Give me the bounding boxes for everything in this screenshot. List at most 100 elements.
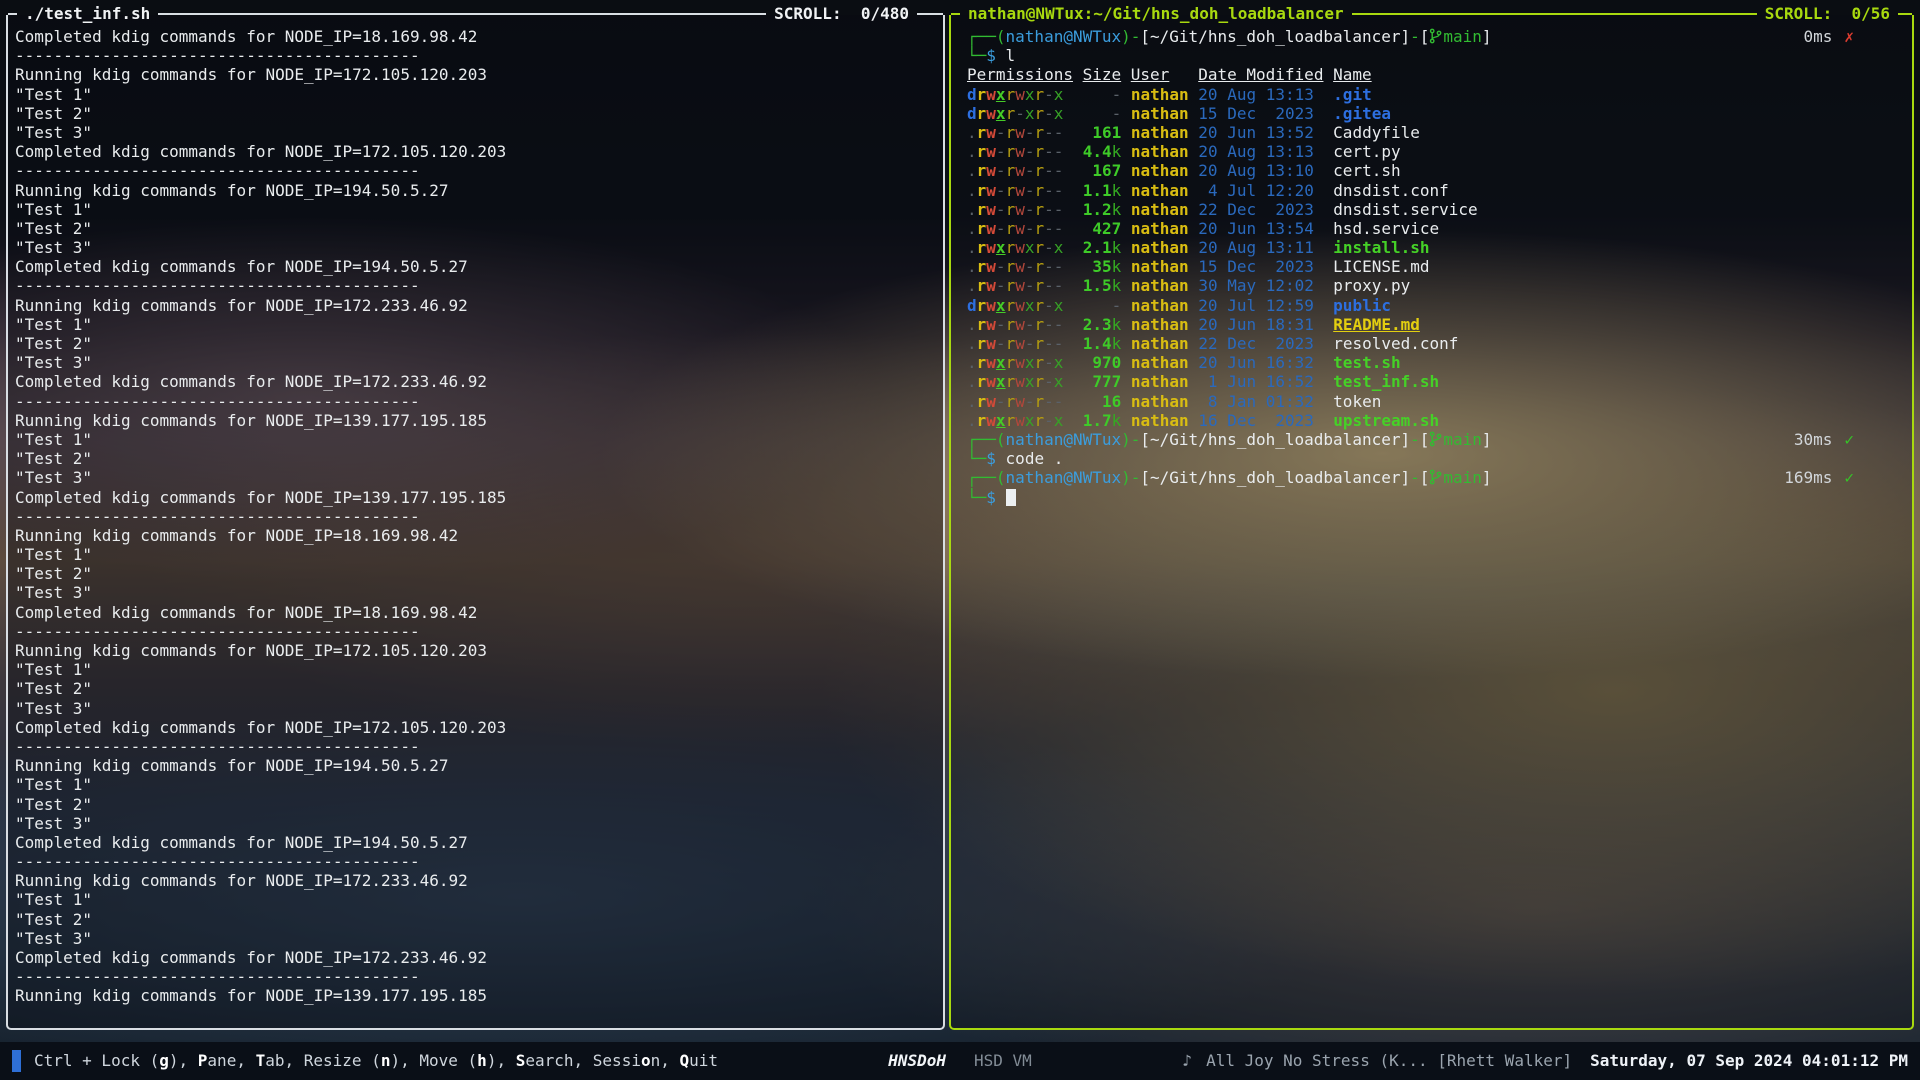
file-owner: nathan	[1131, 238, 1189, 257]
file-owner: nathan	[1131, 142, 1189, 161]
permission-char: -	[1044, 123, 1054, 142]
terminal-line: "Test 3"	[15, 699, 933, 718]
permission-char: -	[1044, 392, 1054, 411]
prompt-frame: [	[1420, 430, 1430, 449]
permission-char: r	[1006, 257, 1016, 276]
file-owner: nathan	[1131, 161, 1189, 180]
file-owner: nathan	[1131, 353, 1189, 372]
permission-char: w	[1015, 411, 1025, 430]
permission-char: -	[1044, 372, 1054, 391]
tab-hsd-vm[interactable]: HSD VM	[974, 1051, 1032, 1070]
file-name: cert.sh	[1333, 161, 1400, 180]
terminal-line: Completed kdig commands for NODE_IP=172.…	[15, 372, 933, 391]
file-date: 22 Dec 2023	[1198, 200, 1323, 219]
keybinding-hotkey: S	[516, 1051, 526, 1070]
success-icon: ✓	[1832, 468, 1854, 487]
permission-char: r	[1034, 238, 1044, 257]
permission-char: x	[996, 85, 1006, 104]
permission-char: x	[1054, 85, 1064, 104]
file-size: 2.1	[1083, 238, 1112, 257]
terminal-line: "Test 1"	[15, 660, 933, 679]
permission-char: r	[977, 257, 987, 276]
file-name: .gitea	[1333, 104, 1391, 123]
terminal-line: "Test 1"	[15, 315, 933, 334]
permission-char: r	[1034, 219, 1044, 238]
permission-char: -	[1054, 200, 1064, 219]
file-size: 1.5	[1083, 276, 1112, 295]
listing-header: Permissions Size User Date Modified Name	[967, 65, 1902, 84]
prompt-frame: ]	[1482, 430, 1492, 449]
permission-char: w	[986, 372, 996, 391]
file-date: 8 Jan 01:32	[1198, 392, 1323, 411]
permission-char: w	[986, 334, 996, 353]
pane-right[interactable]: nathan@NWTux:~/Git/hns_doh_loadbalancer …	[949, 15, 1914, 1030]
file-owner: nathan	[1131, 276, 1189, 295]
permission-char: r	[1034, 161, 1044, 180]
permission-char: r	[977, 219, 987, 238]
git-branch-label: main	[1443, 27, 1482, 46]
left-terminal-output[interactable]: Completed kdig commands for NODE_IP=18.1…	[8, 25, 943, 1006]
permission-char: .	[967, 372, 977, 391]
pane-left[interactable]: ./test_inf.sh SCROLL: 0/480 Completed kd…	[6, 15, 945, 1030]
terminal-line: "Test 2"	[15, 910, 933, 929]
permission-char: .	[967, 161, 977, 180]
file-name: cert.py	[1333, 142, 1400, 161]
permission-char: .	[967, 142, 977, 161]
permission-char: -	[1054, 142, 1064, 161]
file-size-unit: k	[1112, 257, 1122, 276]
file-row: .rwxrwxr-x 970 nathan 20 Jun 16:32 test.…	[967, 353, 1902, 372]
permission-char: -	[1044, 257, 1054, 276]
permission-char: w	[986, 296, 996, 315]
terminal-line: Completed kdig commands for NODE_IP=18.1…	[15, 603, 933, 622]
permission-char: r	[1006, 123, 1016, 142]
file-owner: nathan	[1131, 104, 1189, 123]
file-name: token	[1333, 392, 1381, 411]
permission-char: x	[996, 296, 1006, 315]
permission-char: r	[1034, 353, 1044, 372]
permission-char: r	[1034, 142, 1044, 161]
permission-char: r	[1034, 85, 1044, 104]
right-pane-title: nathan@NWTux:~/Git/hns_doh_loadbalancer	[960, 4, 1352, 23]
permission-char: -	[1044, 353, 1054, 372]
permission-char: r	[1006, 315, 1016, 334]
prompt-command-line: └─$ l	[967, 46, 1902, 65]
permission-char: r	[1006, 372, 1016, 391]
permission-char: -	[1044, 296, 1054, 315]
column-header: Permissions	[967, 65, 1073, 84]
permission-char: r	[1006, 276, 1016, 295]
permission-char: -	[996, 161, 1006, 180]
permission-char: -	[1044, 315, 1054, 334]
keybinding-hotkey: g	[159, 1051, 169, 1070]
permission-char: r	[977, 85, 987, 104]
file-size: -	[1112, 296, 1122, 315]
tab-hnsdoh[interactable]: HNSDoH	[888, 1051, 946, 1070]
prompt-frame: [	[1420, 27, 1430, 46]
file-size: 1.1	[1083, 181, 1112, 200]
permission-char: d	[967, 85, 977, 104]
terminal-line: ----------------------------------------…	[15, 161, 933, 180]
terminal-line: "Test 1"	[15, 890, 933, 909]
prompt-frame: ]	[1482, 27, 1492, 46]
permission-char: .	[967, 315, 977, 334]
permission-char: r	[977, 411, 987, 430]
column-header: User	[1131, 65, 1170, 84]
success-icon: ✓	[1832, 430, 1854, 449]
file-date: 16 Dec 2023	[1198, 411, 1323, 430]
permission-char: w	[1015, 353, 1025, 372]
border-segment	[158, 13, 766, 15]
permission-char: w	[986, 123, 996, 142]
terminal-line: Completed kdig commands for NODE_IP=194.…	[15, 833, 933, 852]
permission-char: x	[1054, 104, 1064, 123]
right-terminal-output[interactable]: ┌──(nathan@NWTux)-[~/Git/hns_doh_loadbal…	[951, 25, 1912, 507]
terminal-line: "Test 2"	[15, 795, 933, 814]
permission-char: -	[1054, 257, 1064, 276]
permission-char: r	[1006, 334, 1016, 353]
border-segment	[1352, 13, 1757, 15]
permission-char: -	[996, 219, 1006, 238]
file-row: drwxrwxr-x - nathan 20 Jul 12:59 public	[967, 296, 1902, 315]
permission-char: -	[1044, 181, 1054, 200]
permission-char: x	[1054, 353, 1064, 372]
terminal-line: Running kdig commands for NODE_IP=139.17…	[15, 411, 933, 430]
permission-char: w	[986, 104, 996, 123]
terminal-line: Running kdig commands for NODE_IP=139.17…	[15, 986, 933, 1005]
